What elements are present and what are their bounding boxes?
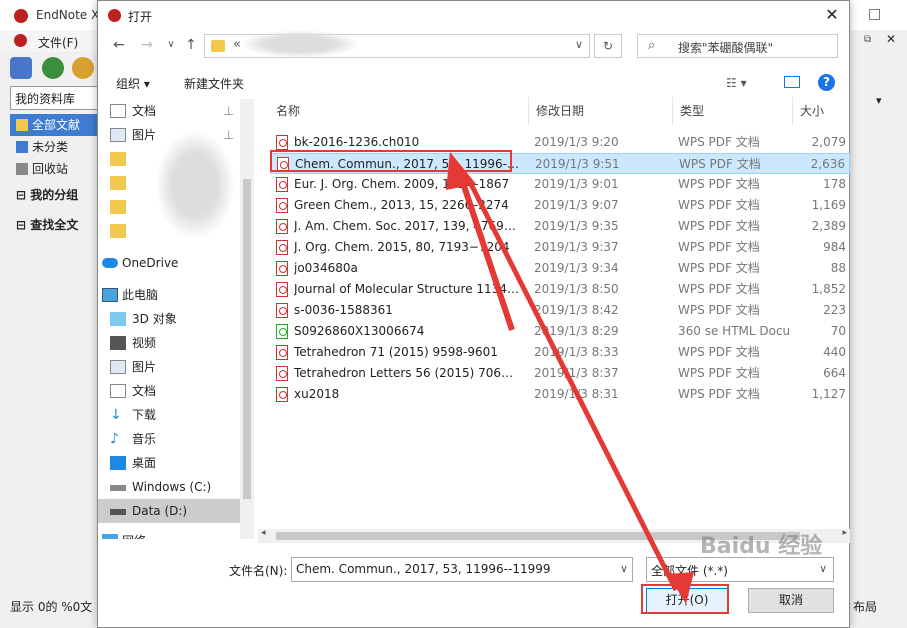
watermark: Baidu 经验 — [700, 534, 823, 559]
arrow-line — [467, 180, 679, 592]
arrowhead — [668, 572, 694, 604]
